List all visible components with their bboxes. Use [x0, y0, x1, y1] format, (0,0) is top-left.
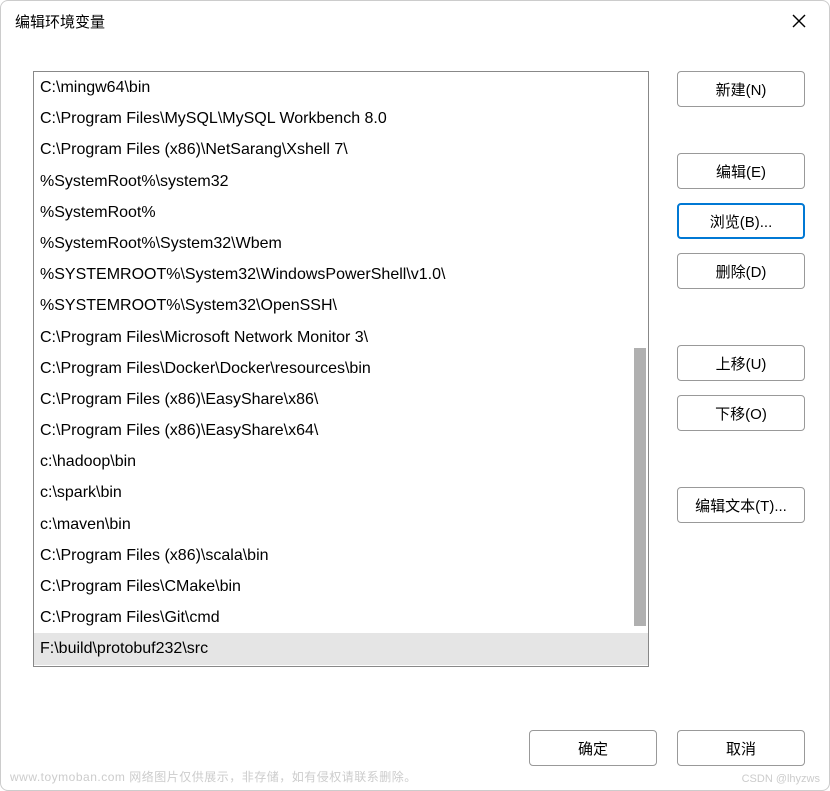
delete-button[interactable]: 删除(D)	[677, 253, 805, 289]
list-item[interactable]: c:\hadoop\bin	[34, 446, 648, 477]
close-button[interactable]	[783, 5, 815, 37]
list-item[interactable]: C:\Program Files\Git\bin	[34, 665, 648, 667]
list-item[interactable]: c:\maven\bin	[34, 509, 648, 540]
dialog-content: C:\mingw64\binC:\Program Files\MySQL\MyS…	[1, 41, 829, 720]
list-item[interactable]: c:\spark\bin	[34, 477, 648, 508]
move-up-button[interactable]: 上移(U)	[677, 345, 805, 381]
new-button[interactable]: 新建(N)	[677, 71, 805, 107]
list-item[interactable]: C:\mingw64\bin	[34, 72, 648, 103]
list-item[interactable]: F:\build\protobuf232\src	[34, 633, 648, 664]
scrollbar-thumb[interactable]	[634, 348, 646, 626]
list-item[interactable]: C:\Program Files\MySQL\MySQL Workbench 8…	[34, 103, 648, 134]
list-item[interactable]: C:\Program Files (x86)\NetSarang\Xshell …	[34, 134, 648, 165]
list-item[interactable]: C:\Program Files (x86)\EasyShare\x86\	[34, 384, 648, 415]
list-item[interactable]: C:\Program Files (x86)\scala\bin	[34, 540, 648, 571]
ok-button[interactable]: 确定	[529, 730, 657, 766]
list-item[interactable]: %SystemRoot%\system32	[34, 166, 648, 197]
list-item[interactable]: C:\Program Files\Microsoft Network Monit…	[34, 322, 648, 353]
list-item[interactable]: %SYSTEMROOT%\System32\WindowsPowerShell\…	[34, 259, 648, 290]
side-button-panel: 新建(N) 编辑(E) 浏览(B)... 删除(D) 上移(U) 下移(O) 编…	[677, 71, 805, 710]
move-down-button[interactable]: 下移(O)	[677, 395, 805, 431]
watermark-left: www.toymoban.com 网络图片仅供展示，非存储，如有侵权请联系删除。	[10, 768, 417, 785]
cancel-button[interactable]: 取消	[677, 730, 805, 766]
watermark-right: CSDN @lhyzws	[742, 773, 820, 785]
list-item[interactable]: C:\Program Files\CMake\bin	[34, 571, 648, 602]
list-item[interactable]: C:\Program Files (x86)\EasyShare\x64\	[34, 415, 648, 446]
list-item[interactable]: %SystemRoot%	[34, 197, 648, 228]
path-listbox[interactable]: C:\mingw64\binC:\Program Files\MySQL\MyS…	[33, 71, 649, 667]
browse-button[interactable]: 浏览(B)...	[677, 203, 805, 239]
edit-button[interactable]: 编辑(E)	[677, 153, 805, 189]
dialog-title: 编辑环境变量	[15, 11, 105, 32]
list-item[interactable]: %SystemRoot%\System32\Wbem	[34, 228, 648, 259]
edit-text-button[interactable]: 编辑文本(T)...	[677, 487, 805, 523]
titlebar: 编辑环境变量	[1, 1, 829, 41]
close-icon	[792, 14, 806, 28]
edit-environment-variable-dialog: 编辑环境变量 C:\mingw64\binC:\Program Files\My…	[0, 0, 830, 791]
list-item[interactable]: %SYSTEMROOT%\System32\OpenSSH\	[34, 290, 648, 321]
list-item[interactable]: C:\Program Files\Docker\Docker\resources…	[34, 353, 648, 384]
list-item[interactable]: C:\Program Files\Git\cmd	[34, 602, 648, 633]
